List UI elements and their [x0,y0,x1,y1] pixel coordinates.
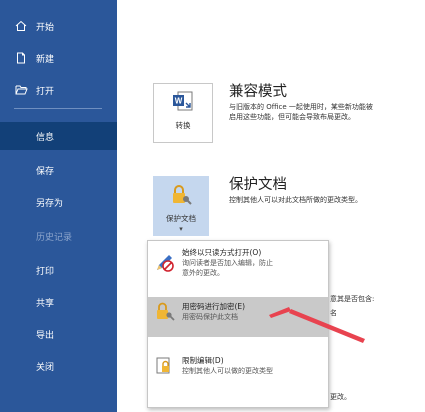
annotation-arrow [269,307,365,343]
sidebar-item-label: 信息 [36,132,55,143]
sidebar-item-new[interactable]: 新建 [0,44,117,72]
sidebar-item-label: 共享 [36,298,55,309]
sidebar-item-save[interactable]: 保存 [0,156,117,184]
menu-item-desc: 意外的更改。 [182,269,224,277]
sidebar-item-export[interactable]: 导出 [0,320,117,348]
new-document-icon [14,51,28,65]
menu-item-restrict-editing[interactable]: 限制编辑(D) 控制其他人可以做的更改类型 [148,351,328,387]
sidebar-item-label: 关闭 [36,362,55,373]
menu-item-title: 限制编辑(D) [182,356,224,365]
versions-desc-fragment: 更改。 [330,393,351,401]
menu-item-desc: 询问读者是否加入编辑，防止 [182,259,273,267]
sidebar-item-save-as[interactable]: 另存为 [0,188,117,216]
protect-document-button[interactable]: 保护文档 ▾ [153,176,209,236]
sidebar-item-label: 历史记录 [36,232,73,243]
sidebar-item-close[interactable]: 关闭 [0,352,117,380]
convert-button[interactable]: W 转换 [153,83,213,143]
sidebar-item-label: 导出 [36,330,55,341]
chevron-down-icon: ▾ [179,225,183,233]
sidebar-item-home[interactable]: 开始 [0,12,117,40]
sidebar-item-label: 另存为 [36,198,64,209]
sidebar-item-history: 历史记录 [0,222,117,250]
protect-document-label: 保护文档 [166,214,196,223]
compat-mode-desc-2: 启用这些功能，但可能会导致布局更改。 [229,113,355,121]
sidebar-item-label: 打印 [36,266,55,277]
menu-item-desc: 控制其他人可以做的更改类型 [182,367,273,375]
protect-document-title: 保护文档 [229,177,287,193]
backstage-sidebar: 开始 新建 打开 信息 保存 另存为 历史记录 打印 共享 导出 关闭 [0,0,117,412]
compat-mode-title: 兼容模式 [229,84,287,100]
folder-open-icon [14,83,28,97]
sidebar-item-open[interactable]: 打开 [0,76,117,104]
lock-key-icon [169,183,193,209]
lock-key-icon [154,301,176,323]
sidebar-item-label: 保存 [36,166,55,177]
sidebar-item-label: 新建 [36,54,55,65]
read-only-pencil-icon [154,251,176,273]
menu-item-title: 始终以只读方式打开(O) [182,248,262,257]
word-document-icon: W [171,90,195,116]
convert-label: 转换 [175,121,191,130]
home-icon [14,19,28,33]
compat-mode-desc-1: 与旧版本的 Office 一起使用时，某些新功能被 [229,103,373,111]
sidebar-item-print[interactable]: 打印 [0,256,117,284]
info-panel: W 转换 兼容模式 与旧版本的 Office 一起使用时，某些新功能被 启用这些… [117,0,425,412]
sidebar-item-label: 打开 [36,86,55,97]
sidebar-item-label: 开始 [36,22,55,33]
svg-text:W: W [175,97,183,106]
sidebar-item-info[interactable]: 信息 [0,122,117,150]
restrict-editing-lock-icon [154,355,176,377]
sidebar-item-share[interactable]: 共享 [0,288,117,316]
protect-document-desc: 控制其他人可以对此文档所做的更改类型。 [229,196,362,204]
sidebar-divider [14,108,102,109]
menu-item-always-open-read-only[interactable]: 始终以只读方式打开(O) 询问读者是否加入编辑，防止 意外的更改。 [148,247,328,291]
